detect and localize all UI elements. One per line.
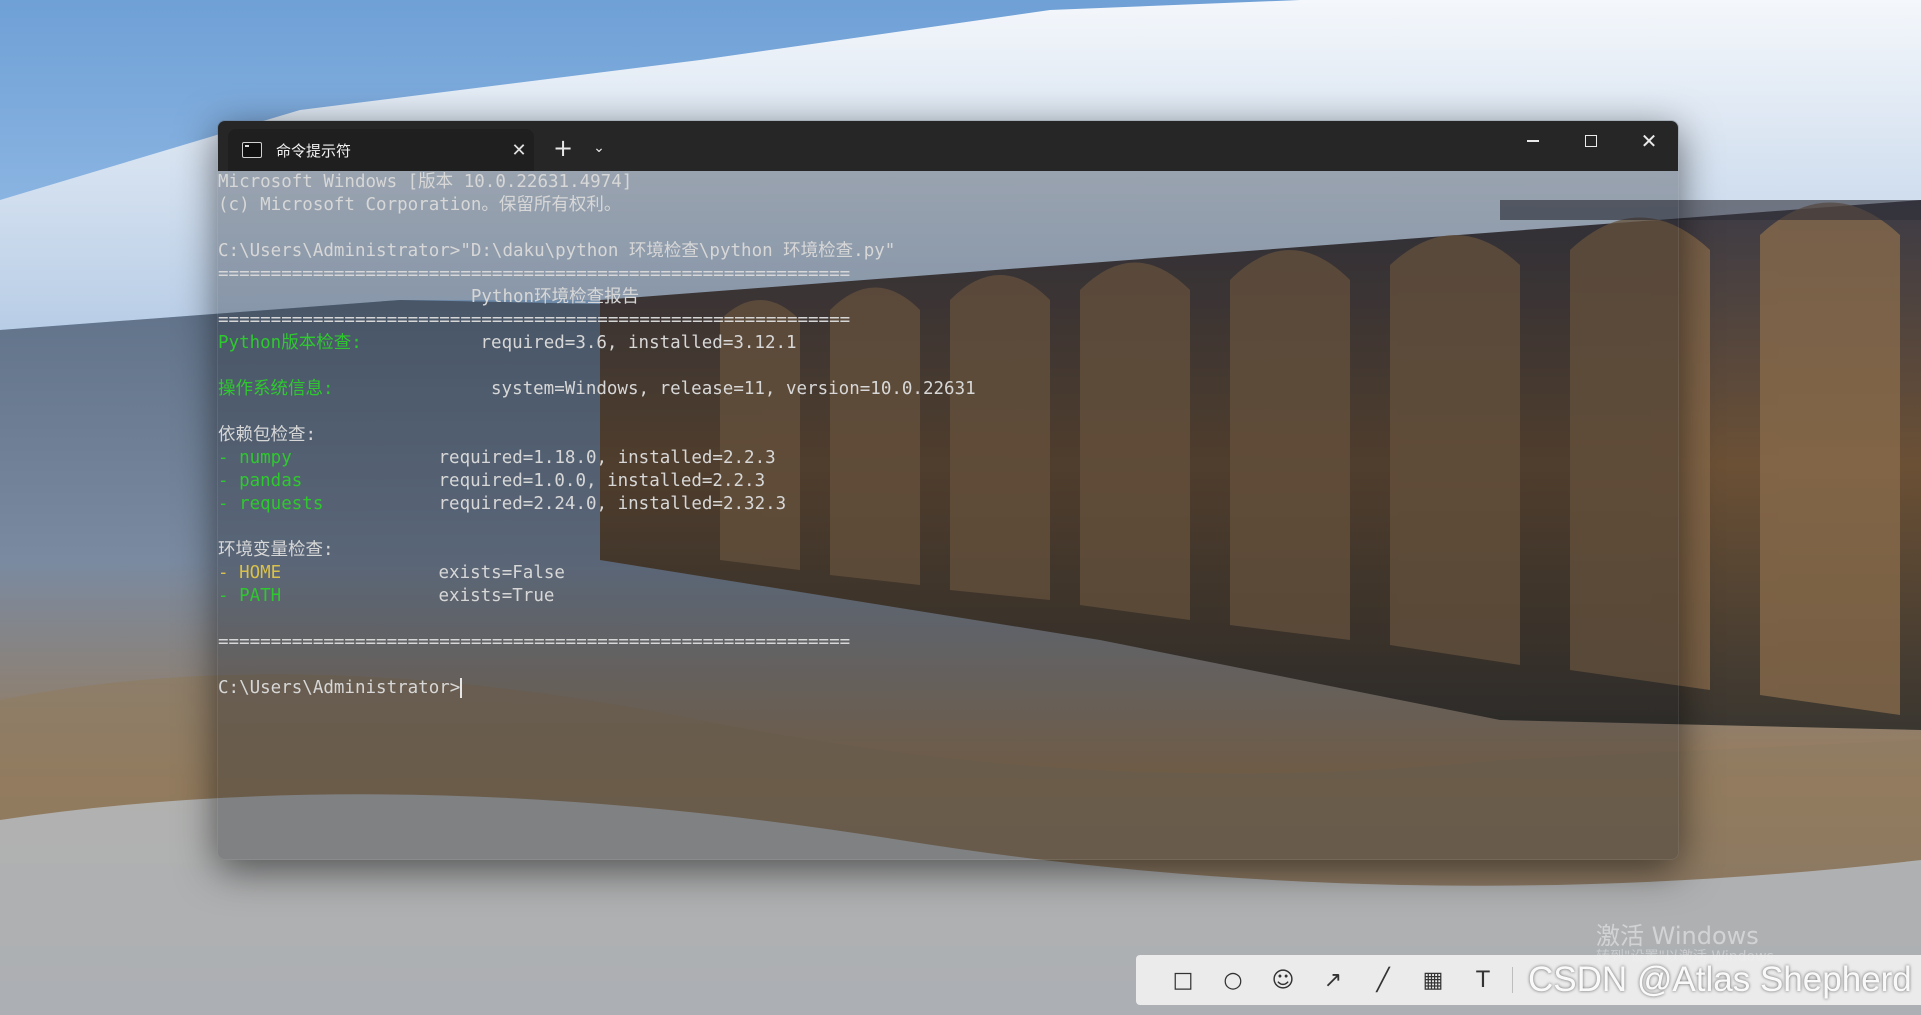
console-line: (c) Microsoft Corporation。保留所有权利。	[218, 194, 1678, 217]
console-value: required=2.24.0, installed=2.32.3	[438, 494, 787, 514]
emoji-tool-icon[interactable]: ☺	[1258, 955, 1308, 1005]
console-line: ========================================…	[218, 263, 1678, 286]
csdn-watermark: CSDN @Atlas Shepherd	[1528, 960, 1912, 999]
console-text: Python环境检查报告	[218, 287, 640, 307]
console-line: ========================================…	[218, 309, 1678, 332]
console-label: Python版本检查:	[218, 333, 362, 353]
console-line: Python环境检查报告	[218, 286, 1678, 309]
console-label: - HOME	[218, 563, 282, 583]
console-value: exists=True	[438, 586, 555, 606]
maximize-icon	[1585, 135, 1597, 147]
console-line: C:\Users\Administrator>	[218, 677, 1678, 700]
console-label: - requests	[218, 494, 324, 514]
console-line: 依赖包检查:	[218, 424, 1678, 447]
close-window-button[interactable]: ✕	[1620, 121, 1678, 161]
rectangle-tool-icon[interactable]: □	[1158, 955, 1208, 1005]
console-line: - PATH exists=True	[218, 585, 1678, 608]
command-prompt-window[interactable]: 命令提示符 ✕ + ⌄ ✕ Microsoft Windows [版本 10.0…	[217, 120, 1679, 860]
console-value: system=Windows, release=11, version=10.0…	[491, 379, 976, 399]
console-text: (c) Microsoft Corporation。保留所有权利。	[218, 195, 622, 215]
console-line: - numpy required=1.18.0, installed=2.2.3	[218, 447, 1678, 470]
console-value: required=1.0.0, installed=2.2.3	[438, 471, 766, 491]
text-tool-icon[interactable]: T	[1458, 955, 1508, 1005]
arrow-tool-icon[interactable]: ↗	[1308, 955, 1358, 1005]
console-value: required=3.6, installed=3.12.1	[480, 333, 797, 353]
console-line: 操作系统信息: system=Windows, release=11, versi…	[218, 378, 1678, 401]
console-text: ========================================…	[218, 310, 851, 330]
minimize-icon	[1527, 140, 1539, 142]
console-line: - HOME exists=False	[218, 562, 1678, 585]
text-cursor	[460, 678, 463, 698]
maximize-button[interactable]	[1562, 121, 1620, 161]
title-bar[interactable]: 命令提示符 ✕ + ⌄ ✕	[218, 121, 1678, 171]
tab-title: 命令提示符	[276, 141, 352, 160]
toolbar-separator	[1512, 967, 1513, 993]
console-text: Microsoft Windows [版本 10.0.22631.4974]	[218, 172, 633, 192]
console-value: exists=False	[438, 563, 565, 583]
minimize-button[interactable]	[1504, 121, 1562, 161]
console-label: - pandas	[218, 471, 303, 491]
console-line: Python版本检查: required=3.6, installed=3.12.…	[218, 332, 1678, 355]
tab-close-button[interactable]: ✕	[504, 140, 534, 161]
ellipse-tool-icon[interactable]: ○	[1208, 955, 1258, 1005]
mosaic-tool-icon[interactable]: ▦	[1408, 955, 1458, 1005]
terminal-icon	[242, 142, 262, 158]
console-text: C:\Users\Administrator>"D:\daku\python 环…	[218, 241, 896, 261]
console-label: - PATH	[218, 586, 282, 606]
console-output[interactable]: Microsoft Windows [版本 10.0.22631.4974] (c…	[218, 171, 1678, 859]
console-line: - pandas required=1.0.0, installed=2.2.3	[218, 470, 1678, 493]
console-line: ========================================…	[218, 631, 1678, 654]
console-line: C:\Users\Administrator>"D:\daku\python 环…	[218, 240, 1678, 263]
console-line: 环境变量检查:	[218, 539, 1678, 562]
console-label: - numpy	[218, 448, 292, 468]
console-value: required=1.18.0, installed=2.2.3	[438, 448, 776, 468]
new-tab-button[interactable]: +	[546, 134, 580, 162]
console-label: 操作系统信息:	[218, 379, 334, 399]
console-text: ========================================…	[218, 632, 851, 652]
console-text: C:\Users\Administrator>	[218, 678, 461, 698]
tab-command-prompt[interactable]: 命令提示符 ✕	[228, 129, 534, 171]
console-text: 环境变量检查:	[218, 540, 334, 560]
console-line: Microsoft Windows [版本 10.0.22631.4974]	[218, 171, 1678, 194]
console-line: - requests required=2.24.0, installed=2.3…	[218, 493, 1678, 516]
console-text: 依赖包检查:	[218, 425, 317, 445]
line-tool-icon[interactable]: ╱	[1358, 955, 1408, 1005]
console-text: ========================================…	[218, 264, 851, 284]
tab-dropdown-button[interactable]: ⌄	[584, 135, 614, 161]
